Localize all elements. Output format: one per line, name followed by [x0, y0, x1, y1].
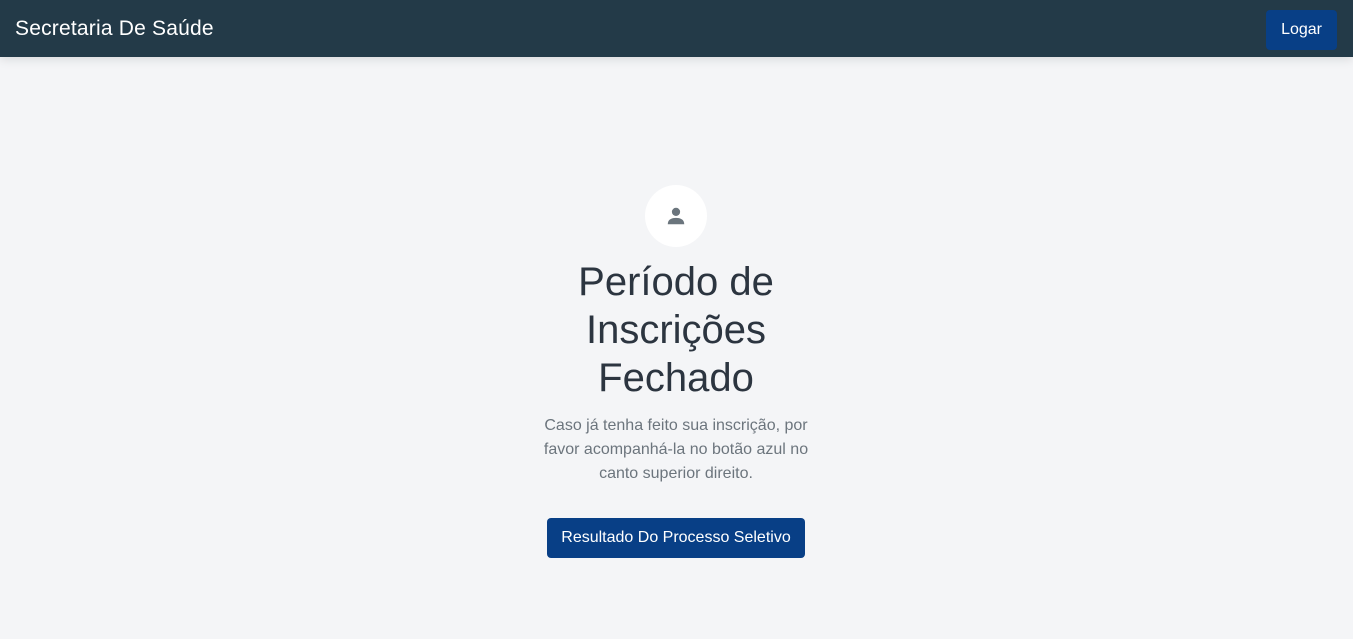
- top-navbar: Secretaria De Saúde Logar: [0, 0, 1353, 57]
- main-content: Período de Inscrições Fechado Caso já te…: [0, 57, 1353, 639]
- page: Secretaria De Saúde Logar Período de Ins…: [0, 0, 1360, 639]
- page-title: Período de Inscrições Fechado: [578, 260, 774, 400]
- closed-registration-card: Período de Inscrições Fechado Caso já te…: [536, 185, 816, 558]
- person-icon: [665, 205, 687, 227]
- result-button[interactable]: Resultado Do Processo Seletivo: [547, 518, 805, 558]
- brand-title[interactable]: Secretaria De Saúde: [15, 17, 214, 41]
- avatar: [645, 185, 707, 247]
- scrollbar[interactable]: [1353, 0, 1360, 639]
- description-text: Caso já tenha feito sua inscrição, por f…: [543, 417, 809, 482]
- login-button[interactable]: Logar: [1266, 10, 1337, 50]
